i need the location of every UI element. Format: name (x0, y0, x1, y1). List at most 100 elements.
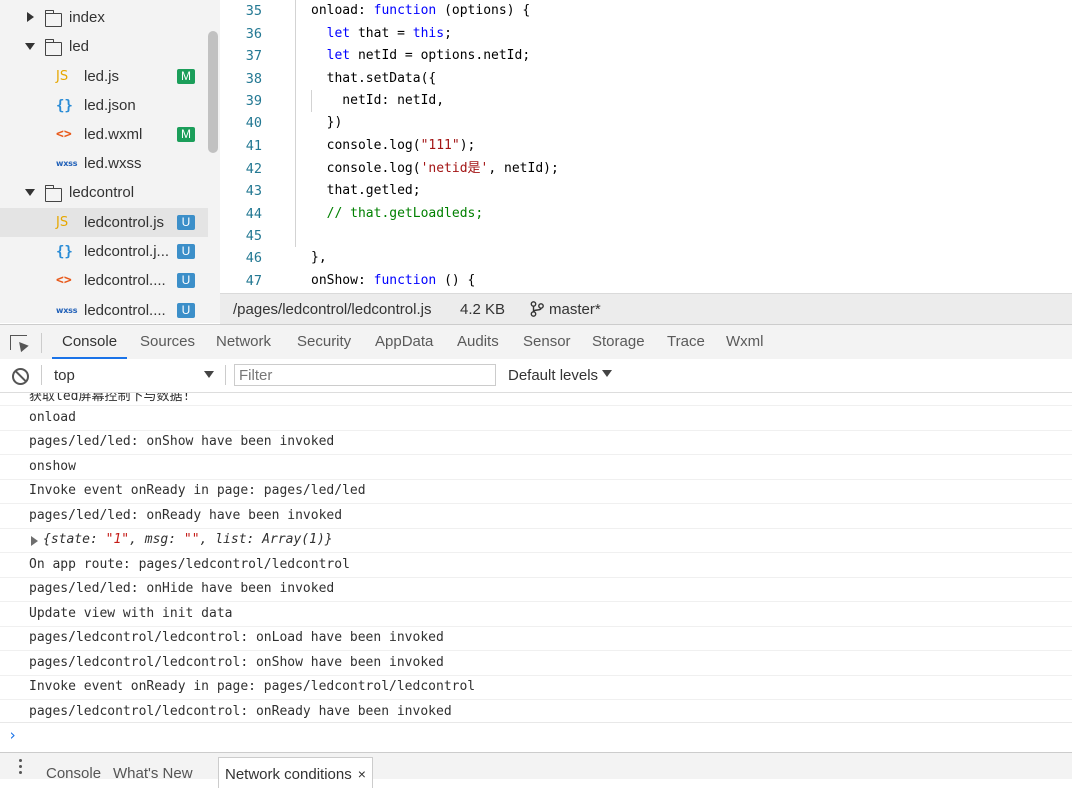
tree-item-label: ledcontrol.js (84, 214, 165, 231)
tree-item-label: led.json (84, 97, 136, 114)
tree-file[interactable]: JS led.js M (0, 62, 208, 91)
tree-file[interactable]: <> ledcontrol.... U (0, 266, 208, 295)
git-status-badge: U (177, 303, 195, 318)
drawer-tab-console[interactable]: Console (46, 765, 101, 782)
console-message[interactable]: On app route: pages/ledcontrol/ledcontro… (0, 553, 1072, 578)
tree-file[interactable]: wxss led.wxss (0, 149, 208, 178)
tab-console[interactable]: Console (52, 325, 128, 359)
tree-item-label: led.wxml (84, 126, 143, 143)
inspect-element-icon[interactable] (10, 335, 27, 350)
console-message[interactable]: Update view with init data (0, 602, 1072, 627)
console-message-text: pages/ledcontrol/ledcontrol: onReady hav… (29, 703, 452, 719)
tree-file[interactable]: <> led.wxml M (0, 120, 208, 149)
tree-item-label: ledcontrol (69, 184, 135, 201)
console-message-text: {state: "1", msg: "", list: Array(1)} (43, 532, 333, 547)
tree-item-label: ledcontrol.... (84, 272, 166, 289)
chevron-down-icon[interactable] (25, 189, 35, 196)
code-text: }, (311, 250, 327, 265)
wxss-file-icon: wxss (56, 306, 78, 315)
json-file-icon: {} (56, 243, 73, 260)
console-message[interactable]: onload (0, 406, 1072, 431)
tree-file[interactable]: JS ledcontrol.js U (0, 208, 208, 237)
console-log[interactable]: 获取led屏幕控制下与数据! onload pages/led/led: onSho… (0, 393, 1072, 723)
console-message-text: Invoke event onReady in page: pages/led/… (29, 483, 366, 498)
tree-folder[interactable]: led (0, 32, 208, 61)
close-icon[interactable]: × (358, 766, 366, 782)
code-text: that.getled; (311, 183, 421, 198)
chevron-down-icon[interactable] (204, 371, 214, 378)
console-message[interactable]: {state: "1", msg: "", list: Array(1)} (0, 528, 1072, 553)
expand-object-icon[interactable] (31, 536, 38, 546)
wxss-file-icon: wxss (56, 159, 78, 168)
context-selector[interactable]: top (54, 367, 75, 384)
line-number: 46 (245, 250, 262, 266)
code-text: console.log("111"); (311, 138, 476, 153)
chevron-down-icon[interactable] (25, 43, 35, 50)
js-file-icon: JS (56, 69, 69, 84)
console-prompt-icon[interactable]: › (8, 726, 17, 744)
chevron-down-icon[interactable] (602, 370, 612, 377)
git-branch[interactable]: master* (549, 301, 601, 318)
line-number: 43 (245, 183, 262, 199)
console-message[interactable]: 获取led屏幕控制下与数据! (0, 393, 1072, 406)
git-status-badge: U (177, 244, 195, 259)
console-toolbar: top Default levels (0, 359, 1072, 393)
code-editor[interactable]: 35 onload: function (options) {36 let tha… (220, 0, 1072, 293)
tree-file[interactable]: {} ledcontrol.j... U (0, 237, 208, 266)
tab-wxml[interactable]: Wxml (726, 325, 764, 359)
console-message[interactable]: pages/led/led: onShow have been invoked (0, 430, 1072, 455)
indent-guide (295, 0, 296, 247)
console-message[interactable]: onshow (0, 455, 1072, 480)
editor-status-bar: /pages/ledcontrol/ledcontrol.js 4.2 KB m… (220, 293, 1072, 325)
chevron-right-icon[interactable] (27, 12, 34, 22)
json-file-icon: {} (56, 97, 73, 114)
file-size: 4.2 KB (460, 301, 506, 318)
tree-item-label: led (69, 38, 90, 55)
tab-storage[interactable]: Storage (592, 325, 645, 359)
git-status-badge: U (177, 273, 195, 288)
console-message-text: On app route: pages/ledcontrol/ledcontro… (29, 556, 350, 572)
tab-audits[interactable]: Audits (457, 325, 499, 359)
tab-appdata[interactable]: AppData (375, 325, 433, 359)
code-text: console.log('netid是', netId); (311, 161, 559, 176)
console-message-text: onload (29, 409, 76, 425)
tab-network[interactable]: Network (216, 325, 271, 359)
console-message[interactable]: Invoke event onReady in page: pages/ledc… (0, 675, 1072, 700)
log-levels-dropdown[interactable]: Default levels (508, 367, 598, 384)
console-message[interactable]: pages/led/led: onHide have been invoked (0, 577, 1072, 602)
drawer-tab-network-conditions[interactable]: Network conditions × (218, 757, 373, 788)
tree-file[interactable]: {} led.json (0, 91, 208, 120)
console-message[interactable]: pages/led/led: onReady have been invoked (0, 504, 1072, 529)
file-explorer-scrollbar[interactable] (208, 31, 218, 153)
tree-folder[interactable]: ledcontrol (0, 178, 208, 207)
console-message[interactable]: pages/ledcontrol/ledcontrol: onLoad have… (0, 626, 1072, 651)
code-text: // that.getLoadleds; (326, 206, 484, 221)
console-message-text: pages/led/led: onHide have been invoked (29, 581, 335, 596)
divider (41, 365, 42, 385)
drawer-tab-whats-new[interactable]: What's New (113, 765, 193, 782)
console-message[interactable]: pages/ledcontrol/ledcontrol: onReady hav… (0, 700, 1072, 724)
code-text: onload: function (options) { (311, 3, 531, 18)
console-message-text: pages/led/led: onReady have been invoked (29, 507, 343, 523)
drawer-tab-label: Network conditions (225, 766, 352, 783)
tab-sources[interactable]: Sources (140, 325, 195, 359)
line-number: 41 (245, 138, 262, 154)
git-status-badge: M (177, 127, 195, 142)
tab-trace[interactable]: Trace (667, 325, 705, 359)
more-options-icon[interactable] (19, 759, 22, 777)
line-number: 36 (245, 26, 262, 42)
console-message-text: 获取led屏幕控制下与数据! (29, 393, 191, 404)
console-message[interactable]: Invoke event onReady in page: pages/led/… (0, 479, 1072, 504)
tab-sensor[interactable]: Sensor (523, 325, 571, 359)
line-number: 38 (245, 71, 262, 87)
code-text: that.setData({ (311, 71, 437, 86)
divider (0, 722, 1072, 723)
tree-folder[interactable]: index (0, 3, 208, 32)
tree-file[interactable]: wxss ledcontrol.... U (0, 296, 208, 323)
clear-console-icon[interactable] (12, 368, 29, 385)
console-message[interactable]: pages/ledcontrol/ledcontrol: onShow have… (0, 651, 1072, 676)
console-filter-input[interactable] (234, 364, 496, 386)
line-number: 35 (245, 3, 262, 19)
console-message-text: pages/ledcontrol/ledcontrol: onShow have… (29, 654, 444, 670)
tab-security[interactable]: Security (297, 325, 351, 359)
